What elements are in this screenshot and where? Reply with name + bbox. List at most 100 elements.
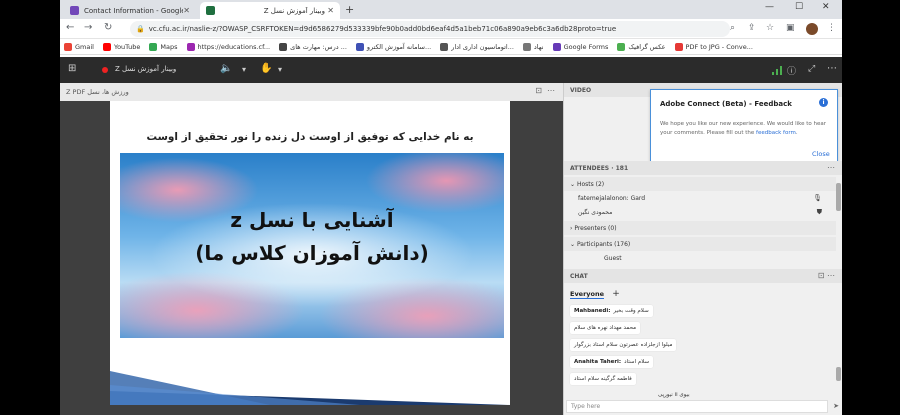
bookmark-label: سامانه آموزش الکترو...: [366, 42, 432, 51]
bookmark-course[interactable]: درس: مهارت های ...: [279, 42, 347, 51]
message-sender: Mahbanedi:: [574, 308, 611, 314]
attendees-header: ATTENDEES · 181 ⋯: [564, 161, 842, 175]
chat-message: محمد مهداد نهره های سلام: [570, 322, 641, 334]
attendee-row[interactable]: Guest: [564, 251, 836, 265]
browser-tab-strip: Contact Information - Google F... ✕ وبین…: [60, 0, 842, 19]
connection-signal-icon: [772, 66, 782, 75]
attendees-scrollbar[interactable]: [836, 183, 841, 211]
back-icon[interactable]: ←: [66, 22, 74, 33]
feedback-form-link[interactable]: feedback form: [756, 130, 796, 136]
chat-input-placeholder: Type here: [571, 403, 601, 410]
tab-label: وبینار آموزش نسل Z: [263, 6, 325, 15]
bookmark-nahad[interactable]: نهاد: [522, 42, 544, 51]
star-icon[interactable]: ☆: [766, 23, 774, 33]
hosts-group[interactable]: ⌄ Hosts (2): [564, 177, 836, 191]
help-icon[interactable]: ⓘ: [787, 64, 796, 77]
google-forms-icon: [70, 6, 79, 15]
site-icon: [279, 42, 288, 51]
site-icon: [355, 42, 364, 51]
message-text: فاطمه گرگینه سلام استاد: [574, 376, 632, 382]
chat-message: Anahita Taheri: سلام استاد: [570, 356, 654, 368]
hand-caret-icon[interactable]: ▾: [278, 65, 282, 74]
tab-webinar[interactable]: وبینار آموزش نسل Z ✕: [200, 2, 340, 19]
bookmark-lms[interactable]: سامانه آموزش الکترو...: [355, 42, 432, 51]
chat-scrollbar[interactable]: [836, 367, 841, 381]
chevron-right-icon: ›: [570, 225, 573, 232]
fullscreen-icon[interactable]: ⤢: [808, 64, 815, 74]
connect-toolbar: ⊞ وبینار آموزش نسل Z 🔈 ▾ ✋ ▾ ⓘ ⤢ ⋯: [60, 57, 842, 83]
reload-icon[interactable]: ↻: [104, 22, 112, 33]
bookmark-google-forms[interactable]: Google Forms: [552, 42, 609, 51]
chat-header: CHAT ⊡ ⋯: [564, 269, 842, 283]
google-forms-icon: [552, 42, 561, 51]
bookmark-maps[interactable]: Maps: [149, 42, 178, 51]
attendee-count: 181: [615, 165, 629, 172]
close-window-icon[interactable]: ✕: [822, 2, 830, 12]
close-tab-icon[interactable]: ✕: [327, 6, 334, 15]
chat-input[interactable]: Type here: [566, 400, 828, 413]
tab-contact-information[interactable]: Contact Information - Google F... ✕: [64, 2, 196, 19]
bookmark-automation[interactable]: اتوماسیون اداری ادار...: [440, 42, 514, 51]
new-tab-button[interactable]: +: [345, 3, 354, 16]
lock-icon: 🔒: [136, 25, 145, 33]
layout-grid-icon[interactable]: ⊞: [68, 63, 76, 74]
attendees-label: ATTENDEES: [570, 165, 610, 172]
cherry-blossom-sky-image: آشنایی با نسل z (دانش آموزان کلاس ما): [120, 153, 504, 338]
presentation-slide: به نام خدایی که توفیق از اوست دل زنده را…: [110, 101, 510, 405]
site-icon: [186, 42, 195, 51]
add-chat-tab-icon[interactable]: +: [612, 289, 620, 299]
share-icon[interactable]: ⇪: [748, 23, 756, 33]
send-icon[interactable]: ➤: [833, 402, 839, 410]
info-icon: i: [819, 98, 828, 107]
chat-options-icon[interactable]: ⊡ ⋯: [818, 271, 835, 280]
raise-hand-icon[interactable]: ✋: [260, 63, 272, 74]
presenters-label: Presenters (0): [574, 225, 617, 232]
minimize-icon[interactable]: —: [765, 2, 774, 12]
bookmark-label: PDF to JPG - Conve...: [685, 42, 753, 51]
maps-icon: [149, 42, 158, 51]
participants-label: Participants (176): [576, 241, 631, 248]
bookmark-pdf-to-jpg[interactable]: PDF to JPG - Conve...: [674, 42, 753, 51]
slide-heading: به نام خدایی که توفیق از اوست دل زنده را…: [146, 131, 474, 143]
pod-options-icon[interactable]: ⊡ ⋯: [535, 86, 555, 95]
message-text: سلام استاد: [624, 359, 650, 365]
slide-title-line1: آشنایی با نسل z: [230, 208, 394, 232]
profile-avatar[interactable]: [806, 23, 818, 35]
more-options-icon[interactable]: ⋯: [827, 63, 837, 74]
attendees-options-icon[interactable]: ⋯: [827, 163, 835, 172]
feedback-body: We hope you like our new experience. We …: [660, 121, 827, 136]
bookmark-label: Gmail: [75, 42, 94, 51]
pod-title: ورزش ها، نسل Z PDF: [66, 88, 129, 96]
tab-everyone[interactable]: Everyone: [570, 290, 605, 299]
presenters-group[interactable]: › Presenters (0): [564, 221, 836, 235]
bookmark-educations[interactable]: https://educations.cf...: [186, 42, 271, 51]
maximize-icon[interactable]: ☐: [795, 2, 803, 12]
slide-viewport: به نام خدایی که توفیق از اوست دل زنده را…: [60, 101, 563, 415]
attendee-row[interactable]: محمودی نگین ⛊: [564, 205, 836, 219]
menu-icon[interactable]: ⋮: [827, 23, 836, 33]
participants-group[interactable]: ⌄ Participants (176): [564, 237, 836, 251]
tab-label: Contact Information - Google F...: [83, 6, 184, 15]
bookmark-label: Google Forms: [563, 42, 609, 51]
bookmark-youtube[interactable]: YouTube: [102, 42, 140, 51]
chat-message: میلوا ازجلزاده عصرتون سلام استاد بزرگوار: [570, 339, 677, 351]
site-icon: [440, 42, 449, 51]
close-tab-icon[interactable]: ✕: [183, 6, 190, 15]
speaker-icon[interactable]: 🔈: [220, 63, 232, 74]
bookmark-gmail[interactable]: Gmail: [64, 42, 94, 51]
extensions-icon[interactable]: ▣: [786, 23, 795, 33]
forward-icon[interactable]: →: [84, 22, 92, 33]
bookmark-label: https://educations.cf...: [197, 42, 271, 51]
feedback-close-button[interactable]: Close: [812, 150, 830, 158]
bookmark-graphic[interactable]: عکس گرافیک: [617, 42, 666, 51]
screen: Contact Information - Google F... ✕ وبین…: [60, 0, 842, 415]
meeting-title: وبینار آموزش نسل Z: [115, 65, 177, 73]
attendee-row[interactable]: fatemejalalonon: Gard 🎙: [564, 191, 836, 205]
url-field[interactable]: 🔒 vc.cfu.ac.ir/naslie-z/?OWASP_CSRFTOKEN=…: [130, 21, 730, 37]
site-icon: [522, 42, 531, 51]
bookmarks-bar: Gmail YouTube Maps https://educations.cf…: [60, 39, 842, 55]
recording-indicator-icon: [102, 67, 108, 73]
zoom-icon[interactable]: ⌕: [730, 23, 735, 33]
share-pod-header: ورزش ها، نسل Z PDF ⊡ ⋯: [60, 83, 563, 101]
speaker-caret-icon[interactable]: ▾: [242, 65, 246, 74]
